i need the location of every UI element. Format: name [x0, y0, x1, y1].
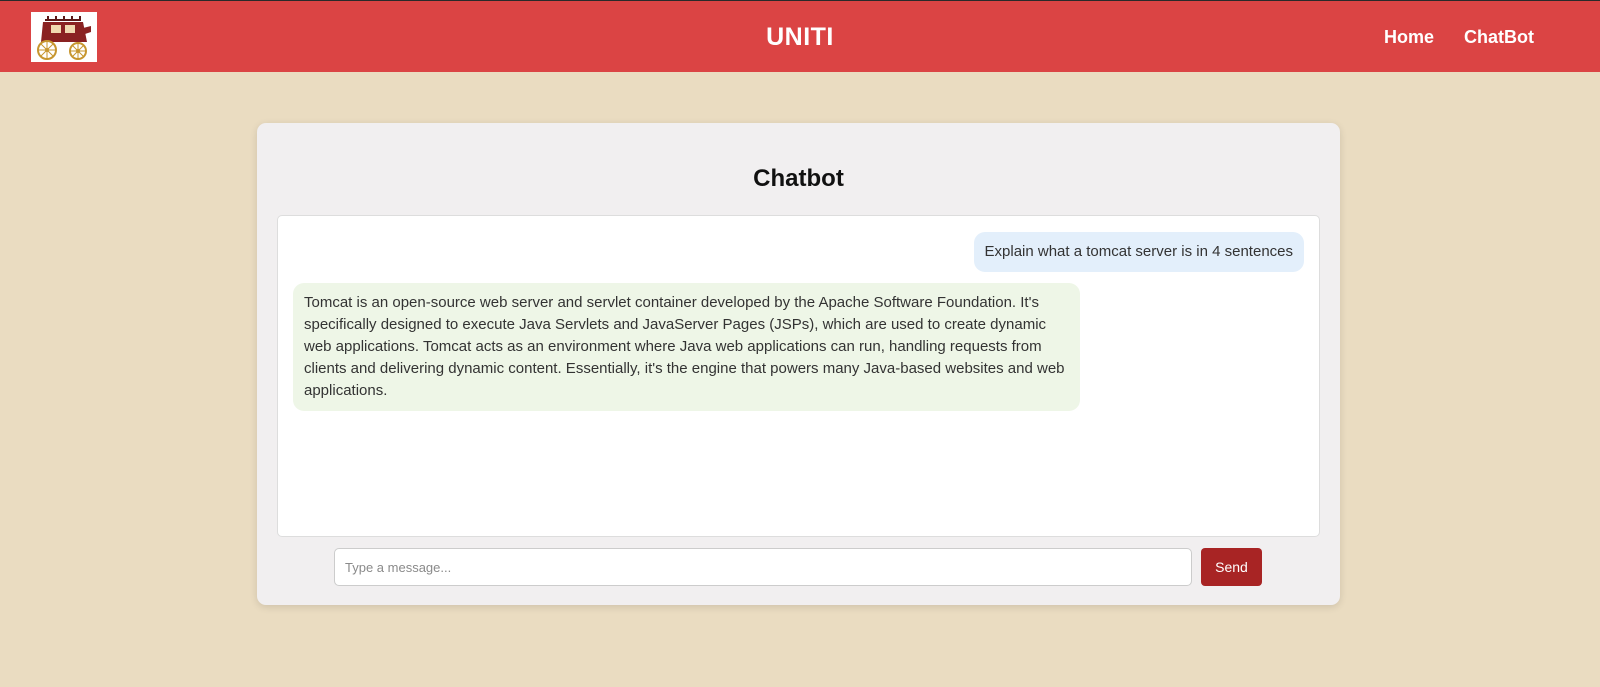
chat-messages-panel[interactable]: Explain what a tomcat server is in 4 sen…: [277, 215, 1320, 537]
nav-link-chatbot[interactable]: ChatBot: [1464, 27, 1534, 48]
bot-message-bubble: Tomcat is an open-source web server and …: [293, 283, 1080, 411]
send-button[interactable]: Send: [1201, 548, 1262, 586]
message-input-row: Send: [334, 548, 1262, 586]
user-message-bubble: Explain what a tomcat server is in 4 sen…: [973, 232, 1304, 272]
navbar: UNITI Home ChatBot: [0, 0, 1600, 72]
nav-links: Home ChatBot: [1384, 27, 1534, 48]
stagecoach-logo-icon[interactable]: [31, 12, 97, 62]
brand-title: UNITI: [766, 23, 834, 51]
chatbot-title: Chatbot: [753, 165, 844, 192]
message-input[interactable]: [334, 548, 1192, 586]
chatbot-card: Chatbot Explain what a tomcat server is …: [257, 123, 1340, 605]
nav-link-home[interactable]: Home: [1384, 27, 1434, 48]
